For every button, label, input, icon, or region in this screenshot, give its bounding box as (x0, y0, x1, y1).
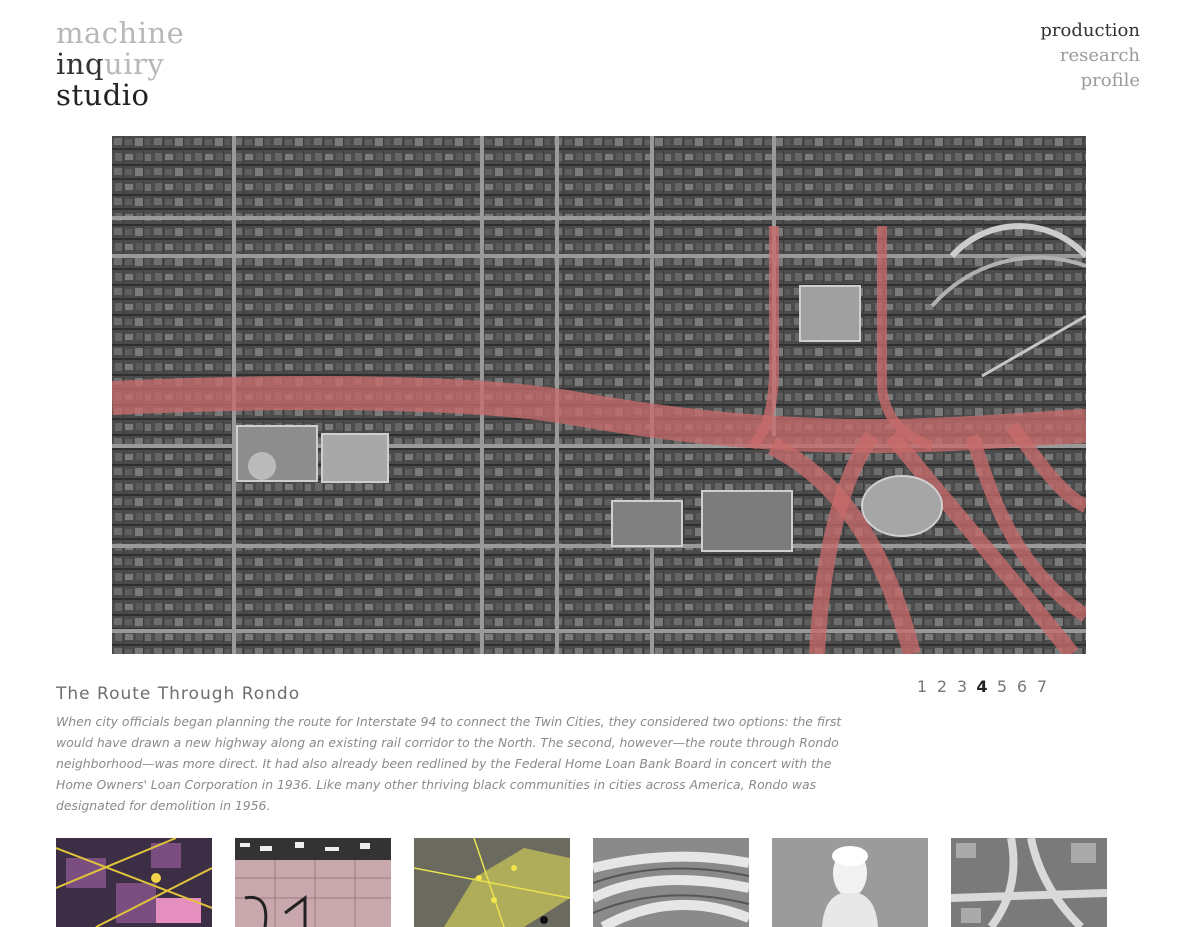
main-nav: production research profile (1040, 18, 1140, 93)
slide-pager: 1234567 (912, 677, 1052, 696)
project-description: When city officials began planning the r… (56, 714, 842, 813)
thumbnail-redlined-map[interactable] (235, 838, 391, 927)
nav-research[interactable]: research (1040, 43, 1140, 68)
logo-inquiry-part1: inq (56, 47, 105, 81)
pager-item-6[interactable]: 6 (1012, 677, 1032, 696)
pager-item-7[interactable]: 7 (1032, 677, 1052, 696)
pager-item-3[interactable]: 3 (952, 677, 972, 696)
pager-item-1[interactable]: 1 (912, 677, 932, 696)
studio-logo[interactable]: machine inquiry studio (56, 18, 184, 111)
logo-line-inquiry: inquiry (56, 49, 184, 80)
thumbnail-aerial-interchange[interactable] (951, 838, 1107, 927)
pager-item-2[interactable]: 2 (932, 677, 952, 696)
logo-line-studio: studio (56, 78, 150, 112)
pager-item-5[interactable]: 5 (992, 677, 1012, 696)
thumbnail-bust-sculpture[interactable] (772, 838, 928, 927)
thumbnail-isometric-grid[interactable] (56, 838, 212, 927)
project-title: The Route Through Rondo (56, 684, 301, 704)
hero-aerial-map-image (112, 136, 1086, 654)
aerial-map-graphic (112, 136, 1086, 654)
logo-inquiry-part2: uiry (104, 47, 165, 81)
thumbnail-highway-ramps[interactable] (593, 838, 749, 927)
nav-production[interactable]: production (1040, 18, 1140, 43)
logo-line-machine: machine (56, 16, 185, 50)
nav-profile[interactable]: profile (1040, 68, 1140, 93)
thumbnail-yellow-overlay-map[interactable] (414, 838, 570, 927)
pager-item-4[interactable]: 4 (972, 677, 992, 696)
